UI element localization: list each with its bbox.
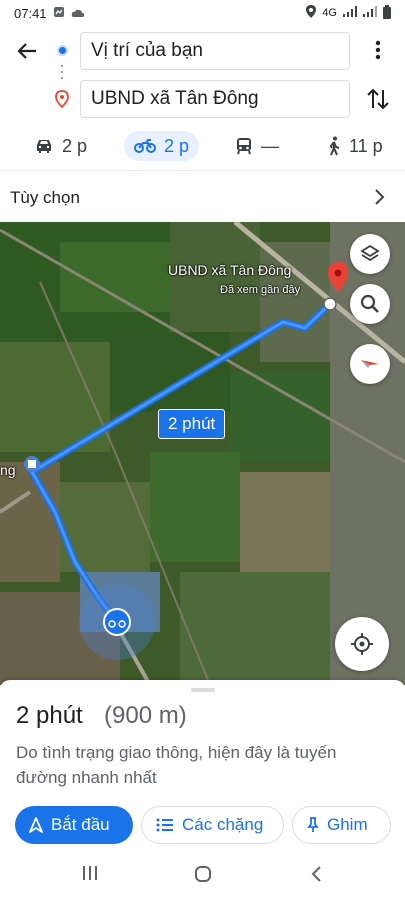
chevron-right-icon bbox=[373, 188, 385, 212]
arrow-left-icon bbox=[17, 43, 36, 59]
system-nav-bar bbox=[0, 850, 405, 900]
walk-icon bbox=[329, 136, 340, 156]
route-note: Do tình trạng giao thông, hiện đây là tu… bbox=[16, 743, 337, 787]
divider bbox=[0, 170, 405, 171]
map-poi-label: ng bbox=[0, 462, 16, 478]
origin-field[interactable]: Vị trí của bạn bbox=[80, 32, 350, 70]
notification-icon bbox=[53, 6, 65, 21]
tab-motorbike-time: 2 p bbox=[164, 135, 190, 156]
compass-icon bbox=[361, 360, 379, 368]
recent-apps-button[interactable] bbox=[82, 865, 98, 886]
search-along-route-button[interactable] bbox=[350, 284, 390, 324]
pin-label: Ghim bbox=[327, 815, 368, 834]
layers-icon bbox=[360, 244, 380, 262]
more-vert-icon bbox=[375, 40, 381, 60]
destination-field[interactable]: UBND xã Tân Đông bbox=[80, 80, 350, 118]
back-nav-button[interactable] bbox=[310, 865, 322, 888]
layers-button[interactable] bbox=[350, 234, 390, 274]
car-icon bbox=[37, 140, 51, 153]
route-duration: 2 phút bbox=[16, 702, 83, 729]
start-navigation-button[interactable]: Bắt đầu bbox=[15, 806, 133, 844]
cloud-icon bbox=[71, 6, 85, 21]
list-icon bbox=[156, 818, 173, 832]
compass-button[interactable] bbox=[350, 344, 390, 384]
signal-icon bbox=[343, 6, 357, 20]
tab-walk-time: 11 p bbox=[349, 135, 383, 156]
my-location-button[interactable] bbox=[335, 617, 389, 671]
status-bar: 07:41 4G bbox=[0, 0, 405, 26]
tab-walk[interactable]: 11 p bbox=[317, 131, 393, 161]
transit-icon bbox=[237, 138, 251, 155]
start-label: Bắt đầu bbox=[51, 815, 110, 834]
directions-header: Vị trí của bạn UBND xã Tân Đông bbox=[0, 26, 405, 122]
options-row[interactable]: Tùy chọn bbox=[0, 176, 405, 222]
signal-icon bbox=[363, 6, 377, 20]
tab-car[interactable]: 2 p bbox=[24, 131, 97, 161]
drag-handle[interactable] bbox=[191, 688, 215, 692]
map-destination-sublabel: Đã xem gần đây bbox=[220, 284, 301, 296]
tab-transit[interactable]: — bbox=[225, 131, 289, 161]
swap-button[interactable] bbox=[366, 86, 390, 112]
route-duration-callout[interactable]: 2 phút bbox=[158, 409, 226, 439]
steps-label: Các chặng bbox=[182, 815, 264, 834]
home-button[interactable] bbox=[194, 865, 212, 888]
motorbike-icon bbox=[134, 139, 156, 153]
navigation-arrow-icon bbox=[29, 817, 43, 833]
route-connector bbox=[61, 63, 63, 83]
map-destination-label: UBND xã Tân Đông bbox=[168, 262, 292, 278]
route-distance: (900 m) bbox=[104, 702, 187, 729]
tab-car-time: 2 p bbox=[62, 135, 88, 156]
destination-pin-icon bbox=[55, 90, 69, 109]
recents-icon bbox=[83, 866, 97, 880]
pin-button[interactable]: Ghim bbox=[292, 806, 391, 844]
tab-transit-time: — bbox=[261, 135, 279, 156]
clock: 07:41 bbox=[14, 5, 47, 21]
travel-mode-tabs: 2 p 2 p — 11 p bbox=[0, 127, 405, 167]
location-icon bbox=[306, 5, 317, 21]
origin-dot-icon bbox=[57, 45, 68, 56]
network-type: 4G bbox=[322, 7, 337, 19]
steps-button[interactable]: Các chặng bbox=[141, 806, 284, 844]
back-button[interactable] bbox=[16, 40, 40, 64]
chevron-left-icon bbox=[311, 866, 321, 882]
home-icon bbox=[195, 866, 211, 882]
satellite-map bbox=[0, 222, 405, 685]
pin-icon bbox=[307, 817, 319, 832]
search-icon bbox=[360, 294, 379, 313]
tab-motorbike[interactable]: 2 p bbox=[124, 131, 200, 161]
map-view[interactable]: UBND xã Tân Đông Đã xem gần đây 2 phút n… bbox=[0, 222, 405, 685]
options-label: Tùy chọn bbox=[10, 188, 80, 207]
my-location-icon bbox=[351, 633, 373, 655]
more-options-button[interactable] bbox=[368, 40, 388, 64]
swap-vert-icon bbox=[367, 88, 389, 110]
battery-icon bbox=[383, 4, 391, 22]
